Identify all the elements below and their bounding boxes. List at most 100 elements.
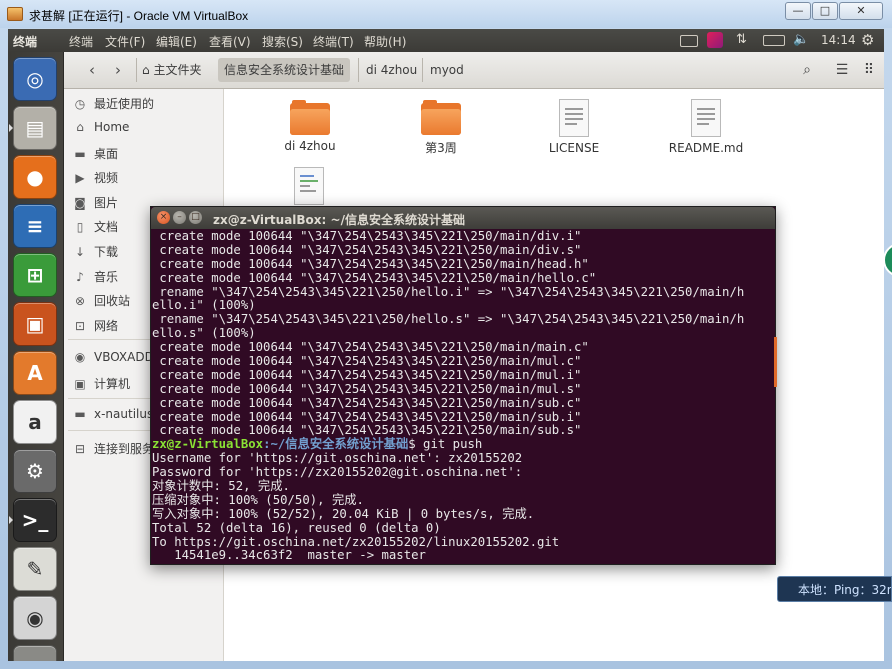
terminal-line: create mode 100644 "\347\254\2543\345\22… bbox=[152, 229, 582, 243]
terminal-line: Password for 'https://zx20155202@git.osc… bbox=[152, 465, 523, 480]
sidebar-item-label: 回收站 bbox=[94, 294, 131, 308]
menu-terminal-app[interactable]: 终端 bbox=[69, 33, 93, 50]
terminal-scrollbar[interactable] bbox=[774, 337, 777, 387]
launcher-amazon-icon[interactable]: a bbox=[13, 400, 57, 444]
launcher-impress-icon[interactable]: ▣ bbox=[13, 302, 57, 346]
launcher-firefox-icon[interactable]: ● bbox=[13, 155, 57, 199]
breadcrumb-di4zhou[interactable]: di 4zhou bbox=[360, 58, 423, 82]
terminal-line: Total 52 (delta 16), reused 0 (delta 0) bbox=[152, 520, 441, 535]
menu-help[interactable]: 帮助(H) bbox=[364, 33, 406, 50]
ping-tooltip: 本地：Ping：32ms bbox=[777, 576, 892, 602]
terminal-line: 对象计数中: 52, 完成. bbox=[152, 479, 290, 494]
file-label: di 4zhou bbox=[284, 139, 336, 153]
place-icon: ◉ bbox=[74, 350, 86, 364]
file-label: LICENSE bbox=[548, 141, 600, 155]
folder-icon bbox=[421, 100, 461, 135]
launcher-files-icon[interactable]: ▤ bbox=[13, 106, 57, 150]
launcher-terminal-icon[interactable]: >_ bbox=[13, 498, 57, 542]
place-icon: ♪ bbox=[76, 270, 84, 284]
unity-launcher: ◎ ▤ ● ≡ ⊞ ▣ Aa ⚙ >_ ✎ ◉ ▥ bbox=[8, 52, 64, 661]
breadcrumb-myod[interactable]: myod bbox=[424, 58, 470, 82]
launcher-software-center-icon[interactable]: A bbox=[13, 351, 57, 395]
network-icon[interactable]: ⇅ bbox=[736, 32, 747, 47]
guest-screen: 终端 终端 文件(F) 编辑(E) 查看(V) 搜索(S) 终端(T) 帮助(H… bbox=[8, 29, 884, 661]
list-view-icon[interactable]: ☰ bbox=[831, 58, 853, 82]
launcher-text-editor-icon[interactable]: ✎ bbox=[13, 547, 57, 591]
terminal-line: create mode 100644 "\347\254\2543\345\22… bbox=[152, 354, 582, 369]
menu-file[interactable]: 文件(F) bbox=[105, 33, 145, 50]
sidebar-item[interactable]: ▶ 视频 bbox=[72, 169, 222, 189]
sidebar-item-label: 桌面 bbox=[94, 147, 119, 161]
virtualbox-window: 求甚解 [正在运行] - Oracle VM VirtualBox — □ ✕ … bbox=[0, 0, 892, 669]
terminal-minimize-icon[interactable]: – bbox=[173, 211, 186, 224]
breadcrumb-home-label: 主文件夹 bbox=[153, 63, 202, 77]
terminal-line: create mode 100644 "\347\254\2543\345\22… bbox=[152, 270, 597, 285]
sidebar-item-label: 最近使用的 bbox=[94, 97, 155, 111]
menu-edit[interactable]: 编辑(E) bbox=[156, 33, 197, 50]
file-label: 第3周 bbox=[425, 141, 457, 155]
menu-view[interactable]: 查看(V) bbox=[209, 33, 251, 50]
launcher-dash-icon[interactable]: ◎ bbox=[13, 57, 57, 101]
sidebar-item-label: 下载 bbox=[94, 245, 119, 259]
place-icon: ▬ bbox=[74, 147, 86, 161]
terminal-line: Username for 'https://git.oschina.net': … bbox=[152, 451, 523, 466]
place-icon: ▶ bbox=[75, 171, 85, 185]
place-icon: ↓ bbox=[74, 245, 86, 259]
keyboard-icon[interactable] bbox=[680, 35, 698, 47]
place-icon: ⊡ bbox=[74, 319, 86, 333]
search-icon[interactable]: ⌕ bbox=[796, 58, 818, 82]
battery-icon[interactable] bbox=[763, 35, 785, 46]
terminal-maximize-icon[interactable]: □ bbox=[189, 211, 202, 224]
place-icon: ◷ bbox=[74, 97, 86, 111]
sidebar-item-label: Home bbox=[94, 120, 130, 134]
forward-button[interactable]: › bbox=[106, 58, 130, 82]
sidebar-item[interactable]: ◷ 最近使用的 bbox=[72, 95, 222, 115]
terminal-output[interactable]: create mode 100644 "\347\254\2543\345\22… bbox=[151, 229, 775, 565]
terminal-line: ello.i" (100%) bbox=[152, 298, 256, 313]
sidebar-item-label: 音乐 bbox=[94, 270, 119, 284]
volume-icon[interactable]: 🔈 bbox=[793, 32, 809, 47]
terminal-titlebar[interactable]: × – □ zx@z-VirtualBox: ~/信息安全系统设计基础 bbox=[151, 207, 775, 229]
terminal-window[interactable]: × – □ zx@z-VirtualBox: ~/信息安全系统设计基础 crea… bbox=[150, 206, 777, 565]
back-button[interactable]: ‹ bbox=[80, 58, 104, 82]
file-readme[interactable]: README.md bbox=[651, 97, 761, 167]
file-label: README.md bbox=[668, 141, 744, 155]
breadcrumb-home[interactable]: ⌂ 主文件夹 bbox=[136, 58, 207, 82]
maximize-button[interactable]: □ bbox=[812, 2, 838, 20]
system-gear-icon[interactable]: ⚙ bbox=[861, 31, 874, 49]
document-icon bbox=[559, 99, 589, 137]
menu-search[interactable]: 搜索(S) bbox=[262, 33, 303, 50]
prompt-path: :~/信息安全系统设计基础 bbox=[263, 437, 409, 452]
document-icon bbox=[691, 99, 721, 137]
menu-terminal[interactable]: 终端(T) bbox=[313, 33, 354, 50]
source-file-icon bbox=[294, 167, 324, 205]
terminal-line: create mode 100644 "\347\254\2543\345\22… bbox=[152, 381, 582, 396]
host-titlebar[interactable]: 求甚解 [正在运行] - Oracle VM VirtualBox — □ ✕ bbox=[0, 0, 892, 28]
launcher-dvd-icon[interactable]: ◉ bbox=[13, 596, 57, 640]
breadcrumb-current[interactable]: 信息安全系统设计基础 bbox=[218, 58, 351, 82]
virtualbox-app-icon bbox=[7, 7, 23, 21]
launcher-writer-icon[interactable]: ≡ bbox=[13, 204, 57, 248]
edge-notification-bubble[interactable] bbox=[883, 243, 892, 277]
terminal-line: ello.s" (100%) bbox=[152, 326, 256, 341]
sidebar-item[interactable]: ▬ 桌面 bbox=[72, 145, 222, 165]
file-license[interactable]: LICENSE bbox=[519, 97, 629, 167]
launcher-settings-icon[interactable]: ⚙ bbox=[13, 449, 57, 493]
ubuntu-one-icon[interactable] bbox=[707, 32, 723, 48]
terminal-close-icon[interactable]: × bbox=[157, 211, 170, 224]
sidebar-item[interactable]: ⌂ Home bbox=[72, 120, 222, 140]
folder-di4zhou[interactable]: di 4zhou bbox=[255, 97, 365, 167]
place-icon: ▬ bbox=[74, 407, 86, 421]
clock[interactable]: 14:14 bbox=[821, 33, 856, 47]
folder-week3[interactable]: 第3周 bbox=[386, 97, 496, 167]
launcher-calc-icon[interactable]: ⊞ bbox=[13, 253, 57, 297]
place-icon: ⊟ bbox=[74, 442, 86, 456]
grid-view-icon[interactable]: ⠿ bbox=[858, 58, 880, 82]
minimize-button[interactable]: — bbox=[785, 2, 811, 20]
ubuntu-top-panel: 终端 终端 文件(F) 编辑(E) 查看(V) 搜索(S) 终端(T) 帮助(H… bbox=[8, 29, 884, 52]
terminal-line: rename "\347\254\2543\345\221\250/hello.… bbox=[152, 284, 745, 299]
place-icon: ◙ bbox=[74, 196, 86, 210]
launcher-trash-icon[interactable]: ▥ bbox=[13, 645, 57, 661]
close-button[interactable]: ✕ bbox=[839, 2, 883, 20]
running-indicator bbox=[9, 124, 13, 132]
